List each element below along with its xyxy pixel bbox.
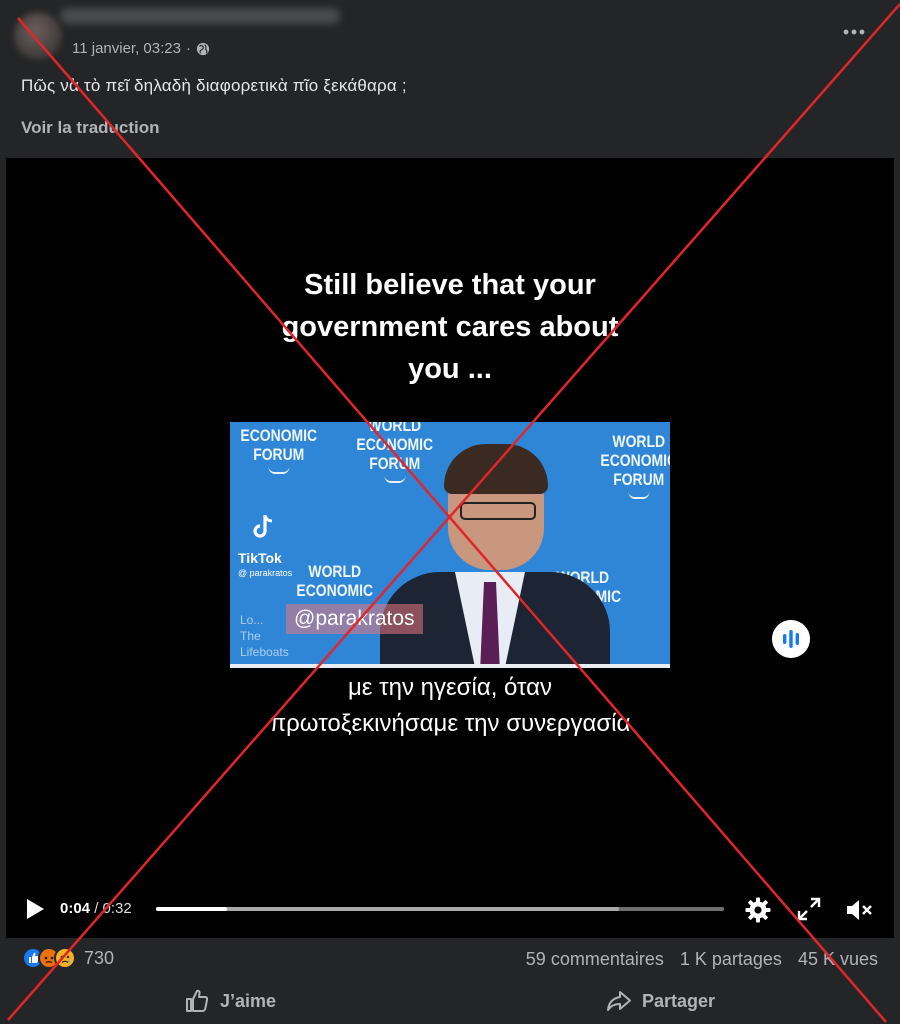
wef-logo-text: WORLD: [308, 562, 362, 581]
more-icon[interactable]: [842, 26, 866, 38]
tiktok-icon: [253, 515, 273, 538]
video-time: 0:04 / 0:32: [60, 900, 132, 917]
wef-logo-text: ECONOMIC: [296, 581, 374, 600]
reaction-count: 730: [84, 947, 115, 968]
subtitle-line-1: με την ηγεσία, όταν: [347, 674, 553, 701]
speaker-glasses: [460, 502, 536, 520]
post-date[interactable]: 11 janvier, 03:23: [72, 40, 181, 57]
overlay-line-3: you ...: [408, 353, 492, 385]
wef-logo: WORLD ECONOMIC: [296, 562, 373, 600]
lifeboats-line: The: [240, 629, 261, 643]
video-subtitle: με την ηγεσία, όταν πρωτοξεκινήσαμε την …: [6, 670, 894, 742]
progress-fill: [156, 907, 227, 911]
comments-count[interactable]: 59 commentaires: [526, 949, 664, 970]
lifeboats-line: Lo...: [240, 613, 264, 627]
current-time: 0:04: [60, 900, 91, 917]
handle-badge: @parakratos: [286, 604, 423, 634]
engagement-counts: 59 commentaires 1 K partages 45 K vues: [526, 949, 878, 970]
post-text: Πῶς νὰ τὸ πεῖ δηλαδὴ διαφορετικὰ πῖο ξεκ…: [21, 76, 407, 95]
time-separator: /: [94, 900, 99, 917]
wef-logo-text: WORLD: [368, 422, 422, 435]
meta-separator: ·: [185, 40, 191, 57]
share-button[interactable]: Partager: [606, 988, 715, 1014]
video-player[interactable]: Still believe that your government cares…: [6, 158, 894, 938]
overlay-line-2: government cares about: [281, 311, 619, 343]
gear-icon[interactable]: [744, 896, 772, 924]
post-actions: J’aime Partager: [0, 980, 900, 1024]
globe-icon[interactable]: [196, 42, 210, 56]
wef-logo: WORLD ECONOMIC FORUM: [600, 432, 670, 499]
progress-bar[interactable]: [156, 907, 724, 911]
thumbs-up-icon: [186, 989, 209, 1012]
views-count: 45 K vues: [797, 949, 878, 969]
post-stats: 730 59 commentaires 1 K partages 45 K vu…: [0, 938, 900, 980]
lifeboats-watermark: Lo... The Lifeboats: [240, 612, 289, 660]
wef-logo-text: ECONOMIC: [356, 435, 434, 454]
share-label: Partager: [642, 990, 716, 1011]
tiktok-name: TikTok: [238, 550, 282, 566]
like-button[interactable]: J’aime: [184, 988, 276, 1014]
clip-border: [230, 664, 670, 668]
wef-logo: WORLD ECONOMIC FORUM: [356, 422, 433, 483]
play-icon[interactable]: [24, 898, 46, 920]
wef-logo: ECONOMIC FORUM: [240, 426, 317, 474]
lifeboats-line: Lifeboats: [240, 645, 289, 659]
overlay-line-1: Still believe that your: [304, 269, 596, 301]
wef-logo-text: ECONOMIC: [240, 426, 318, 445]
embedded-clip: ECONOMIC FORUM WORLD ECONOMIC FORUM WORL…: [230, 422, 670, 668]
post-meta: 11 janvier, 03:23 ·: [72, 40, 210, 57]
wef-logo-text: WORLD: [612, 432, 666, 451]
shares-count[interactable]: 1 K partages: [680, 949, 782, 970]
wef-logo-text: FORUM: [253, 445, 305, 464]
avatar[interactable]: [14, 12, 62, 60]
video-controls: 0:04 / 0:32: [6, 888, 894, 932]
post-header: 11 janvier, 03:23 · Πῶς νὰ τὸ πεῖ δηλαδὴ…: [0, 0, 900, 158]
subtitle-line-2: πρωτοξεκινήσαμε την συνεργασία: [269, 710, 631, 737]
video-overlay-text: Still believe that your government cares…: [6, 264, 894, 390]
author-name-blurred[interactable]: [60, 8, 340, 24]
tiktok-handle-small: @ parakratos: [238, 568, 293, 578]
like-label: J’aime: [220, 990, 277, 1011]
wef-logo-text: FORUM: [369, 454, 421, 473]
wef-logo-text: FORUM: [613, 470, 665, 489]
sad-reaction-icon: [54, 947, 76, 969]
reactions-summary[interactable]: 730: [22, 947, 114, 969]
see-translation-link[interactable]: Voir la traduction: [21, 118, 160, 138]
wef-logo-text: ECONOMIC: [600, 451, 670, 470]
fullscreen-icon[interactable]: [796, 896, 822, 922]
total-time: 0:32: [102, 900, 132, 917]
share-arrow-icon: [607, 991, 631, 1011]
muted-speaker-icon[interactable]: [844, 896, 874, 924]
audio-waveform-icon[interactable]: [772, 620, 810, 658]
speaker-hair: [444, 444, 548, 494]
